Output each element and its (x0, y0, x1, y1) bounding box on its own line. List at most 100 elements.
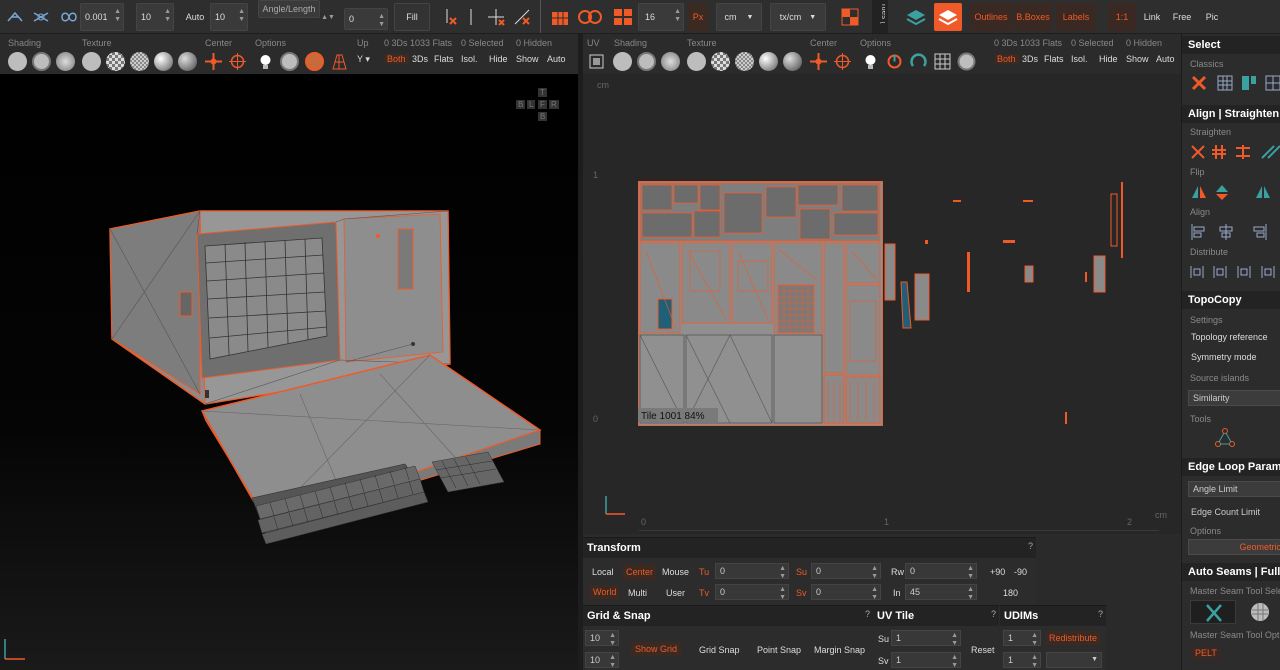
uv-isolate-button[interactable]: Isol. (1071, 54, 1088, 64)
multi-toggle[interactable]: Multi (628, 588, 647, 598)
grid-b-field[interactable]: 10 ▲ ▼ (210, 3, 248, 31)
flats-toggle[interactable]: Flats (434, 54, 454, 64)
zero-value-field[interactable]: 0 ▲ ▼ (344, 8, 388, 30)
uv-checker-toggle-icon[interactable] (957, 52, 976, 71)
seam-tool-b-icon[interactable] (1242, 600, 1278, 624)
free-toggle[interactable]: Free (1168, 3, 1196, 31)
weld-icon[interactable] (4, 3, 26, 31)
user-toggle[interactable]: User (666, 588, 685, 598)
uv-show-button[interactable]: Show (1126, 54, 1149, 64)
tv-field[interactable]: 0 ▲ ▼ (715, 584, 789, 601)
uv-spin-icon[interactable] (909, 52, 928, 71)
uv-tile-sv-field[interactable]: 1 ▲ ▼ (891, 652, 961, 669)
udims-help-button[interactable]: ? (1098, 609, 1103, 619)
up-axis-dropdown[interactable]: Y ▾ (357, 54, 370, 65)
checker-texture-icon[interactable] (106, 52, 125, 71)
delete-vertex-icon[interactable] (436, 3, 460, 31)
uv-tile-su-field[interactable]: 1 ▲ ▼ (891, 630, 961, 647)
both-toggle[interactable]: Both (384, 54, 409, 64)
computer-3d-model[interactable] (0, 74, 578, 670)
solid-shading-icon[interactable] (8, 52, 27, 71)
grid-snap-value-b[interactable]: 10 ▲ ▼ (585, 652, 619, 669)
tiles-tool-icon[interactable] (610, 3, 636, 31)
infinity-icon[interactable] (58, 3, 80, 31)
uv-light-icon[interactable] (861, 52, 880, 71)
show-grid-toggle[interactable]: Show Grid (631, 642, 682, 656)
grid-a-field[interactable]: 10 ▲ ▼ (136, 3, 174, 31)
local-toggle[interactable]: Local (592, 567, 614, 577)
threeds-toggle[interactable]: 3Ds (412, 54, 428, 64)
layers-orange-icon[interactable] (934, 3, 962, 31)
hide-button[interactable]: Hide (489, 54, 508, 64)
in-field[interactable]: 45 ▲ ▼ (905, 584, 977, 601)
distribute-icons[interactable] (1188, 262, 1280, 282)
uv-checker-texture-icon[interactable] (711, 52, 730, 71)
grid-snap-help-button[interactable]: ? (865, 609, 870, 619)
rotate-minus-90-button[interactable]: -90 (1014, 567, 1027, 577)
rotate-plus-90-button[interactable]: +90 (990, 567, 1005, 577)
fill-button[interactable]: Fill (394, 3, 430, 31)
pelt-button[interactable]: PELT (1191, 647, 1221, 659)
uv-stray-islands[interactable] (883, 174, 1133, 434)
uv-solid-shading-icon[interactable] (613, 52, 632, 71)
px-toggle[interactable]: Px (688, 3, 708, 31)
uv-smooth-wire-icon[interactable] (661, 52, 680, 71)
cross-move-icon[interactable] (484, 3, 508, 31)
deselect-icon[interactable] (1190, 74, 1208, 92)
center-target-icon[interactable] (228, 52, 247, 71)
uv-wire-shading-icon[interactable] (637, 52, 656, 71)
margin-snap-toggle[interactable]: Margin Snap (814, 645, 865, 655)
smooth-wire-icon[interactable] (56, 52, 75, 71)
ratio-toggle[interactable]: 1:1 (1108, 3, 1136, 31)
uv-texture-off-icon[interactable] (687, 52, 706, 71)
uv-both-toggle[interactable]: Both (994, 54, 1019, 64)
texture-off-icon[interactable] (82, 52, 101, 71)
point-snap-toggle[interactable]: Point Snap (757, 645, 801, 655)
pic-toggle[interactable]: Pic (1198, 3, 1226, 31)
flip-icons[interactable] (1188, 182, 1280, 202)
center-move-icon[interactable] (204, 52, 223, 71)
transform-help-button[interactable]: ? (1028, 541, 1033, 551)
udims-dropdown[interactable]: ▼ (1046, 652, 1102, 668)
outlines-toggle[interactable]: Outlines (970, 3, 1012, 31)
uv-viewport[interactable]: cm 1 0 0 1 2 cm Tile 1001 84% (583, 74, 1181, 534)
uv-center-move-icon[interactable] (809, 52, 828, 71)
light-icon[interactable] (256, 52, 275, 71)
uv-flats-toggle[interactable]: Flats (1044, 54, 1064, 64)
udims-value-b[interactable]: 1 ▲ ▼ (1003, 652, 1041, 669)
angle-spinner-icon[interactable]: ▲▼ (321, 3, 335, 31)
pack-tool-icon[interactable] (576, 3, 604, 31)
size-field[interactable]: 16 ▲ ▼ (638, 3, 684, 31)
rw-field[interactable]: 0 ▲ ▼ (905, 563, 977, 580)
3d-viewport[interactable]: T B L F R B (0, 74, 578, 670)
angle-length-field[interactable]: Angle/Length (258, 0, 320, 18)
tx-cm-dropdown[interactable]: tx/cm ▼ (770, 3, 826, 31)
isolate-button[interactable]: Isol. (461, 54, 478, 64)
grid-snap-toggle[interactable]: Grid Snap (699, 645, 740, 655)
similarity-dropdown[interactable]: Similarity (1188, 390, 1280, 406)
align-icons[interactable] (1188, 222, 1280, 242)
cm-dropdown[interactable]: cm ▼ (716, 3, 762, 31)
grid-snap-value-a[interactable]: 10 ▲ ▼ (585, 630, 619, 647)
symmetry-mode-option[interactable]: Symmetry mode (1191, 352, 1257, 362)
seam-tool-a-icon[interactable] (1190, 600, 1236, 624)
sv-field[interactable]: 0 ▲ ▼ (811, 584, 881, 601)
uv-auto-button[interactable]: Auto (1156, 54, 1175, 64)
grid-plane-icon[interactable] (330, 52, 349, 71)
uv-tile-1001[interactable]: Tile 1001 84% (638, 181, 883, 426)
uv-grid-icon[interactable] (933, 52, 952, 71)
uv-frame-icon[interactable] (587, 52, 606, 71)
udims-value-a[interactable]: 1 ▲ ▼ (1003, 630, 1041, 647)
matcap-icon[interactable] (178, 52, 197, 71)
show-button[interactable]: Show (516, 54, 539, 64)
uv-tile-reset-button[interactable]: Reset (971, 645, 995, 655)
auto-label[interactable]: Auto (180, 3, 210, 31)
uv-threeds-toggle[interactable]: 3Ds (1022, 54, 1038, 64)
labels-toggle[interactable]: Labels (1056, 3, 1096, 31)
topology-tool-icon[interactable] (1214, 427, 1236, 449)
grid-tool-icon[interactable] (548, 3, 572, 31)
weld-tolerance-field[interactable]: 0.001 ▲ ▼ (80, 3, 124, 31)
layers-teal-icon[interactable] (902, 3, 930, 31)
select-all-icon[interactable] (1216, 74, 1234, 92)
angle-limit-field[interactable]: Angle Limit (1188, 481, 1280, 497)
